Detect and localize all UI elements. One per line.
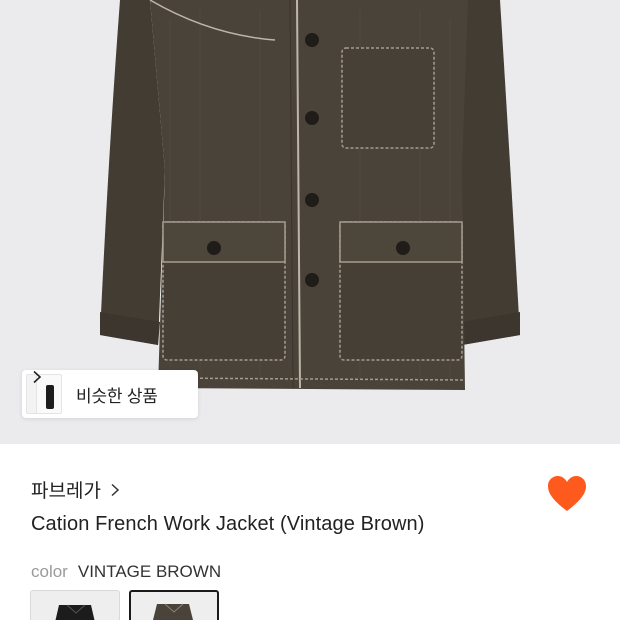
- product-image[interactable]: 비슷한 상품: [0, 0, 620, 444]
- brand-link[interactable]: 파브레가: [31, 476, 120, 503]
- color-value: VINTAGE BROWN: [77, 562, 222, 581]
- similar-products-button[interactable]: 비슷한 상품: [22, 370, 198, 418]
- brand-name: 파브레가: [31, 481, 101, 502]
- swatch-image: [55, 604, 95, 620]
- color-swatch-black[interactable]: [30, 590, 120, 620]
- color-option: color VINTAGE BROWN: [31, 562, 221, 582]
- heart-icon[interactable]: [546, 474, 588, 514]
- chevron-right-icon: [33, 370, 42, 384]
- color-label: color: [31, 562, 68, 581]
- swatch-image: [153, 603, 193, 620]
- product-name: Cation French Work Jacket (Vintage Brown…: [31, 513, 425, 535]
- color-swatch-vintage-brown[interactable]: [129, 590, 219, 620]
- similar-products-label: 비슷한 상품: [76, 386, 158, 406]
- chevron-right-icon: [111, 483, 120, 496]
